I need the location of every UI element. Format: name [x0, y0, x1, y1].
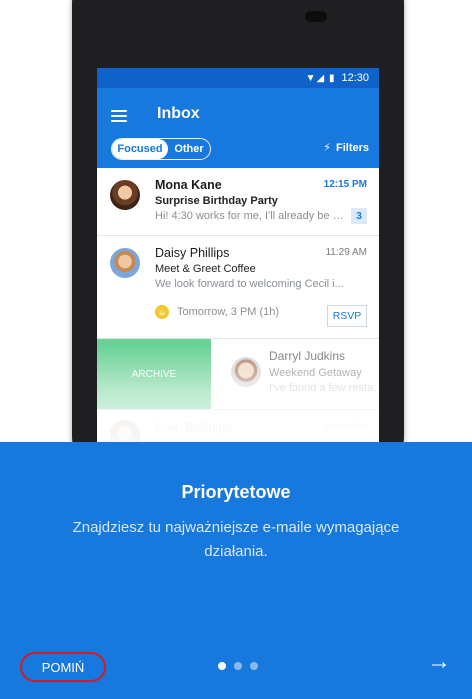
avatar — [110, 248, 140, 278]
email-preview: Hi! 4:30 works for me, I'll already be i… — [155, 210, 345, 222]
bolt-icon: ⚡ — [323, 142, 331, 154]
onboarding-title: Priorytetowe — [181, 482, 291, 502]
email-sender: Darryl Judkins — [269, 349, 346, 363]
avatar — [231, 357, 261, 387]
email-subject: Meet & Greet Coffee — [155, 263, 256, 275]
onboarding-text: Znajdziesz tu najważniejsze e-maile wyma… — [72, 519, 400, 560]
page-dot-active — [218, 662, 226, 670]
page-dot — [250, 662, 258, 670]
phone-screen: ▼◢ ▮ 12:30 Inbox Focused Other ⚡ Filters… — [97, 68, 379, 448]
email-subject: Weekend Getaway — [269, 367, 362, 379]
filters-button[interactable]: ⚡ Filters — [323, 141, 369, 155]
event-info: ☕ Tomorrow, 3 PM (1h) — [155, 305, 279, 319]
inbox-header: Inbox Focused Other ⚡ Filters — [97, 88, 379, 168]
menu-icon[interactable] — [111, 110, 127, 122]
skip-button[interactable]: POMIŃ — [20, 652, 106, 682]
email-time: Yesterday — [322, 421, 367, 432]
email-preview: We look forward to welcoming Cecil i... — [155, 278, 344, 290]
email-time: 11:29 AM — [325, 247, 367, 258]
page-indicator — [218, 662, 258, 670]
filters-label: Filters — [335, 141, 369, 154]
arrow-right-icon[interactable]: → — [426, 648, 452, 675]
thread-count-badge: 3 — [351, 208, 367, 224]
tab-other[interactable]: Other — [168, 139, 210, 159]
email-subject: Surprise Birthday Party — [155, 195, 278, 207]
page-dot — [234, 662, 242, 670]
rsvp-button[interactable]: RSVP — [327, 305, 367, 327]
archive-action[interactable]: ARCHIVE — [97, 339, 211, 409]
email-row-darryl[interactable]: ARCHIVE Darryl Judkins Weekend Getaway I… — [97, 339, 379, 410]
onboarding-panel: Priorytetowe Znajdziesz tu najważniejsze… — [0, 442, 472, 699]
calendar-icon: ☕ — [155, 305, 169, 319]
status-bar: ▼◢ ▮ 12:30 — [97, 68, 379, 88]
event-time: Tomorrow, 3 PM (1h) — [177, 306, 280, 318]
email-preview: I've found a few restaurants... — [269, 382, 379, 394]
avatar — [110, 180, 140, 210]
sensor — [305, 11, 327, 22]
inbox-title: Inbox — [157, 105, 200, 122]
email-row-daisy[interactable]: Daisy Phillips 11:29 AM Meet & Greet Cof… — [97, 236, 379, 339]
tab-focused[interactable]: Focused — [112, 139, 168, 159]
email-time: 12:15 PM — [323, 179, 367, 190]
swipe-content: Darryl Judkins Weekend Getaway I've foun… — [211, 339, 379, 409]
inbox-tabs: Focused Other — [111, 138, 211, 160]
status-time: 12:30 — [341, 72, 369, 84]
email-sender: Daisy Phillips — [155, 246, 230, 260]
signal-battery-icon: ▼◢ ▮ — [305, 72, 336, 84]
email-row-mona[interactable]: Mona Kane 12:15 PM Surprise Birthday Par… — [97, 168, 379, 236]
email-sender: Mona Kane — [155, 178, 222, 192]
email-sender: Colin Ballinger — [155, 420, 233, 434]
